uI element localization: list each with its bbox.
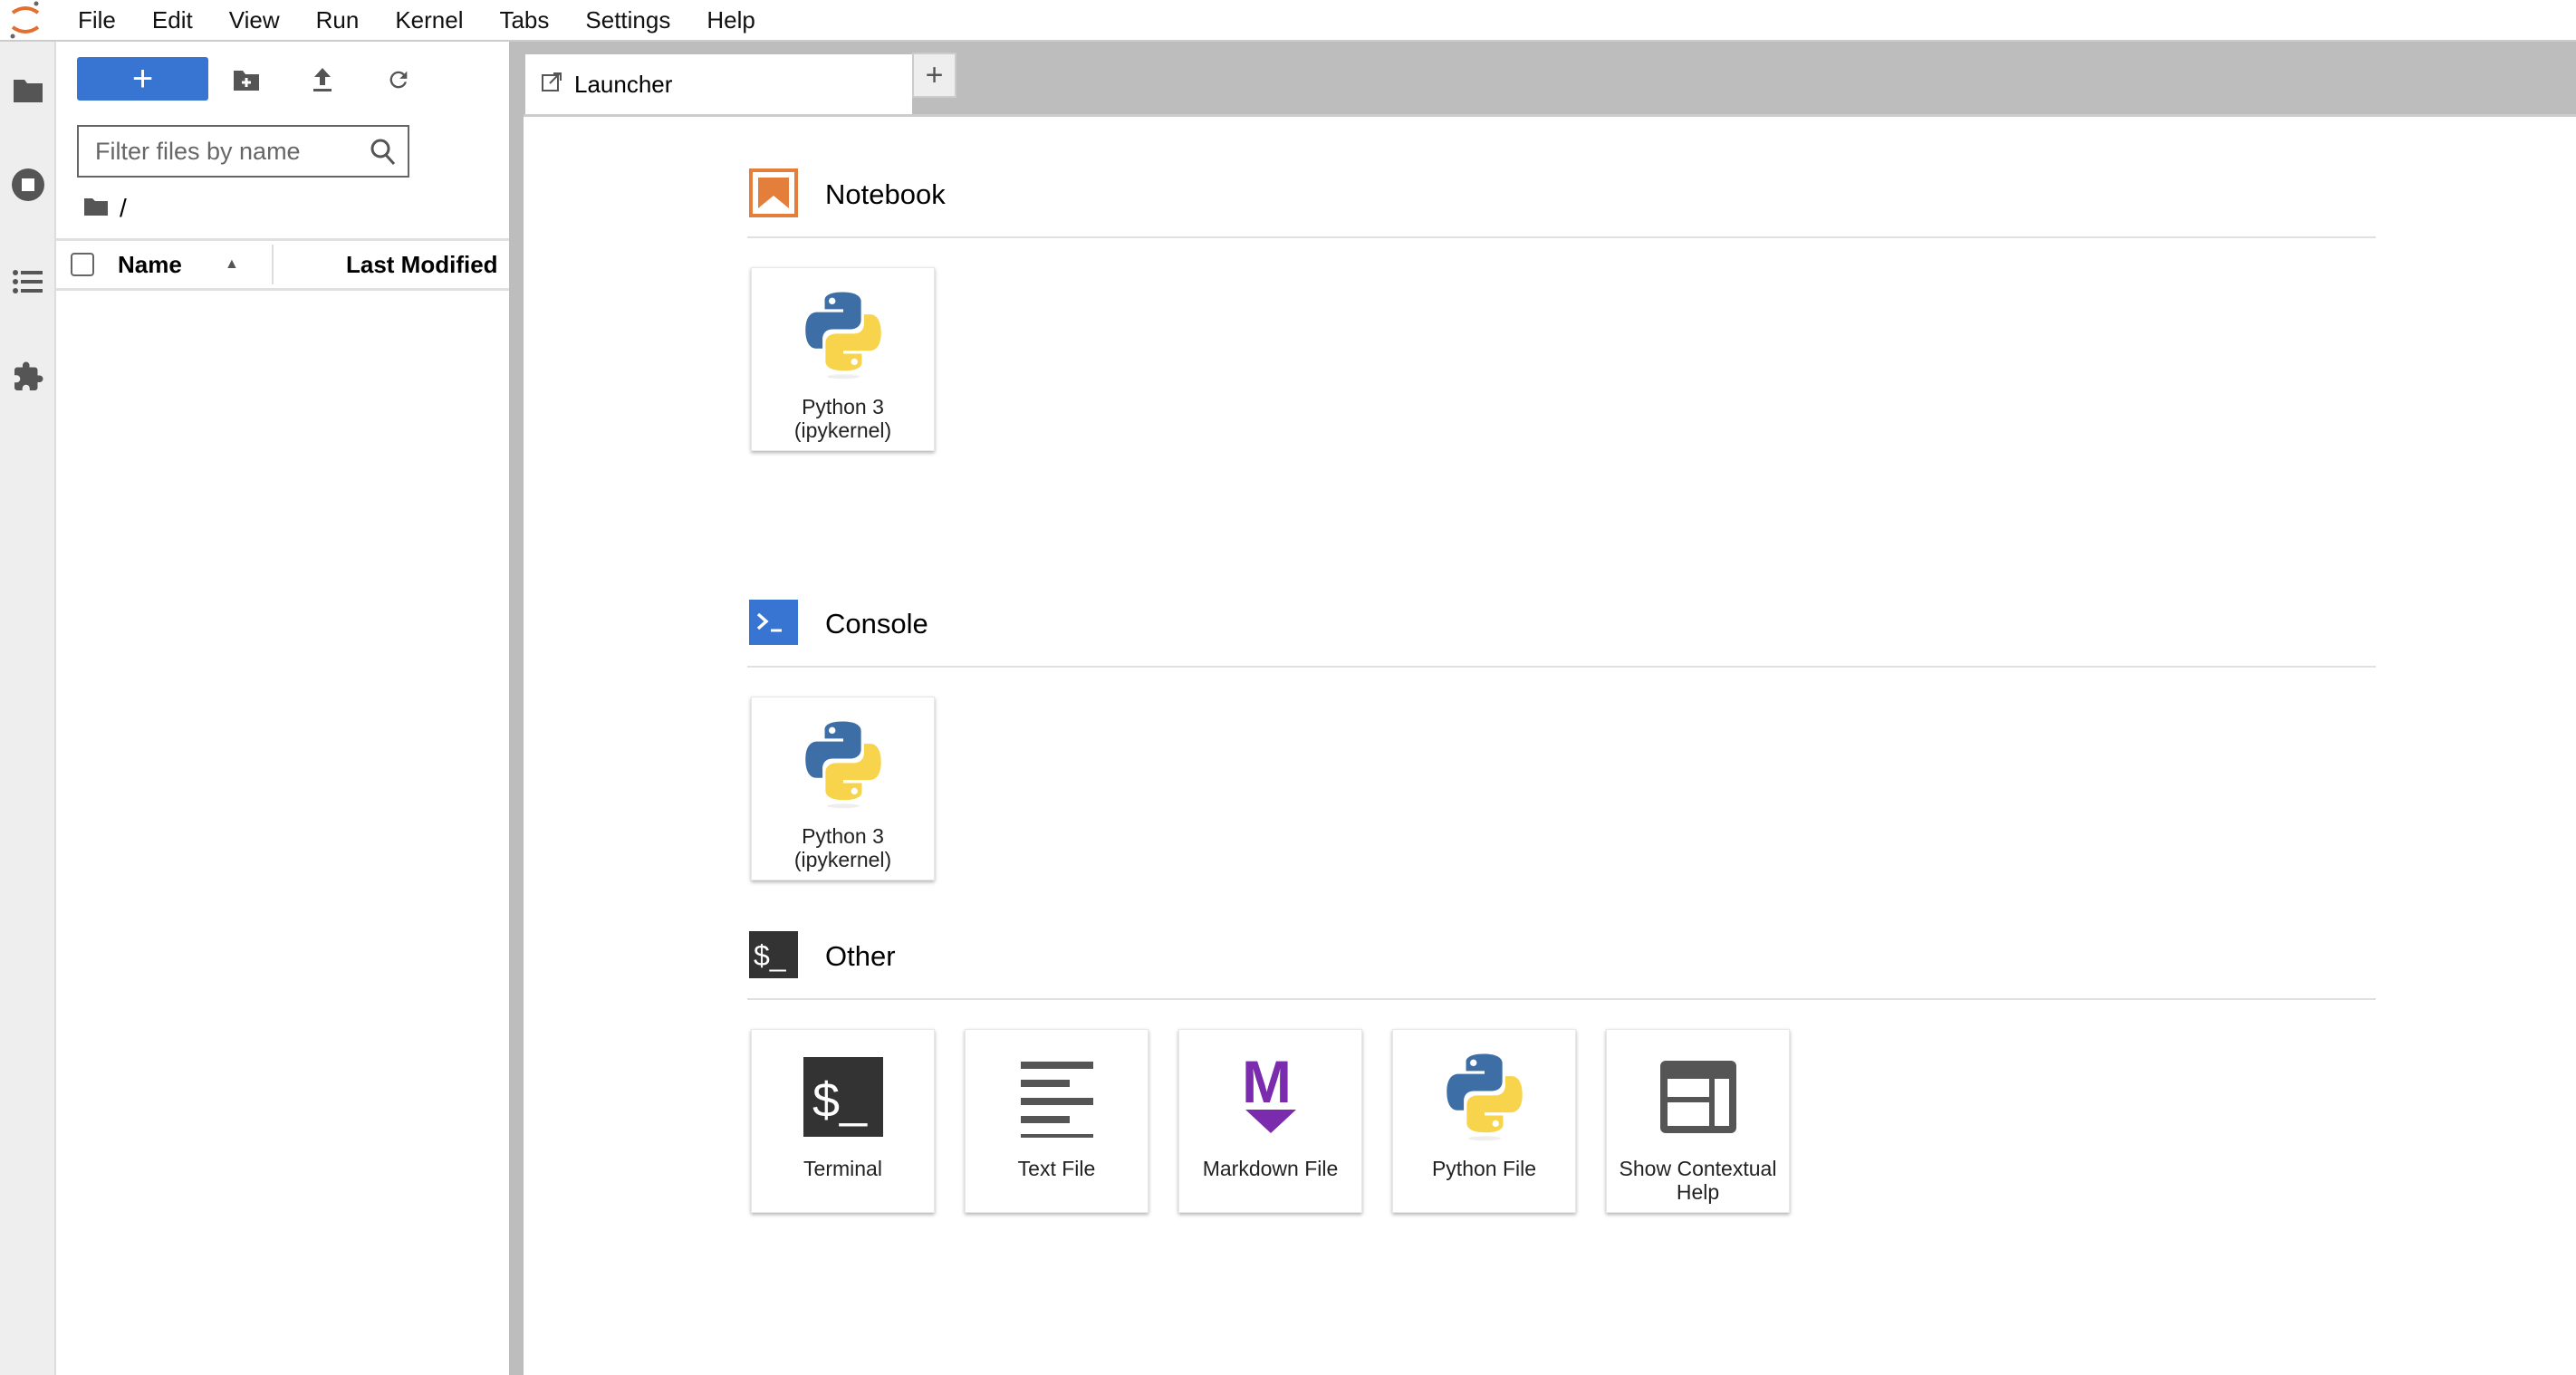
console-icon (749, 599, 798, 649)
menu-settings[interactable]: Settings (567, 6, 688, 34)
activity-bar (0, 42, 56, 1375)
refresh-button[interactable] (380, 62, 417, 98)
tab-bar: Launcher + (524, 42, 2576, 114)
svg-text:$_: $_ (812, 1073, 868, 1128)
svg-text:M: M (1242, 1052, 1292, 1115)
launcher-card-python-3-ipykernel[interactable]: Python 3 (ipykernel) (751, 697, 935, 880)
terminal-icon: $_ (749, 930, 798, 983)
python-icon (803, 286, 884, 384)
folder-icon[interactable] (9, 71, 47, 109)
svg-text:$_: $_ (754, 939, 787, 972)
launcher-tab-icon (542, 71, 562, 99)
text-file-icon (1020, 1048, 1093, 1146)
column-name[interactable]: Name (118, 251, 225, 279)
launcher-card-show-contextual-help[interactable]: Show Contextual Help (1606, 1029, 1790, 1213)
tab-label: Launcher (574, 70, 673, 98)
menu-tabs[interactable]: Tabs (481, 6, 567, 34)
add-tab-button[interactable]: + (912, 53, 956, 98)
launcher-card-python-3-ipykernel[interactable]: Python 3 (ipykernel) (751, 267, 935, 451)
card-label: Markdown File (1202, 1157, 1339, 1180)
help-panel-icon (1658, 1048, 1738, 1146)
section-title: Notebook (825, 178, 946, 210)
breadcrumb: / (83, 194, 127, 223)
folder-icon[interactable] (83, 194, 109, 223)
launcher-card-text-file[interactable]: Text File (965, 1029, 1149, 1213)
search-icon (370, 138, 397, 171)
card-label: Python File (1431, 1157, 1537, 1180)
jupyter-logo (5, 0, 45, 40)
card-label: Terminal (803, 1157, 882, 1180)
menu-file[interactable]: File (60, 6, 134, 34)
python-icon (1444, 1048, 1525, 1146)
select-all-checkbox[interactable] (71, 253, 94, 276)
section-title: Console (825, 608, 928, 639)
launcher-card-terminal[interactable]: $_ Terminal (751, 1029, 935, 1213)
notebook-icon (749, 168, 798, 222)
filter-files-input[interactable] (95, 137, 367, 166)
extension-puzzle-icon[interactable] (9, 358, 47, 396)
menu-edit[interactable]: Edit (134, 6, 211, 34)
upload-button[interactable] (304, 62, 341, 98)
file-list-header: Name ▲ Last Modified (56, 238, 509, 291)
section-divider (747, 998, 2376, 1000)
menu-bar: File Edit View Run Kernel Tabs Settings Help (0, 0, 2576, 42)
launcher: Notebook Python 3 (ipykernel) Console Pytho… (524, 114, 2576, 1375)
breadcrumb-root[interactable]: / (120, 194, 127, 223)
card-label: Text File (1017, 1157, 1096, 1180)
card-label: Python 3 (ipykernel) (793, 395, 892, 442)
card-label: Show Contextual Help (1619, 1157, 1777, 1204)
table-of-contents-icon[interactable] (9, 263, 47, 301)
new-folder-button[interactable] (228, 62, 264, 98)
menu-kernel[interactable]: Kernel (377, 6, 481, 34)
python-icon (803, 716, 884, 813)
terminal-icon: $_ (803, 1048, 883, 1146)
menu-run[interactable]: Run (298, 6, 378, 34)
sort-ascending-icon: ▲ (225, 256, 239, 272)
section-notebook: Notebook Python 3 (ipykernel) (747, 168, 2376, 451)
column-last-modified[interactable]: Last Modified (346, 251, 498, 279)
tab-launcher[interactable]: Launcher (525, 54, 912, 114)
menu-help[interactable]: Help (688, 6, 773, 34)
section-title: Other (825, 940, 896, 972)
panel-splitter[interactable] (509, 42, 524, 1375)
file-browser: + / Name ▲ Last Modified (56, 42, 509, 1375)
new-launcher-button[interactable]: + (77, 57, 208, 101)
column-divider[interactable] (272, 245, 274, 284)
filter-files-field[interactable] (77, 125, 409, 178)
section-other: $_ Other $_ Terminal Text File M Markdown File… (747, 930, 2376, 1213)
launcher-card-python-file[interactable]: Python File (1392, 1029, 1576, 1213)
markdown-icon: M (1242, 1048, 1300, 1146)
menu-view[interactable]: View (211, 6, 298, 34)
section-divider (747, 666, 2376, 668)
running-kernels-icon[interactable] (9, 166, 47, 204)
section-divider (747, 236, 2376, 238)
card-label: Python 3 (ipykernel) (793, 824, 892, 871)
launcher-card-markdown-file[interactable]: M Markdown File (1178, 1029, 1362, 1213)
section-console: Console Python 3 (ipykernel) (747, 599, 2376, 880)
